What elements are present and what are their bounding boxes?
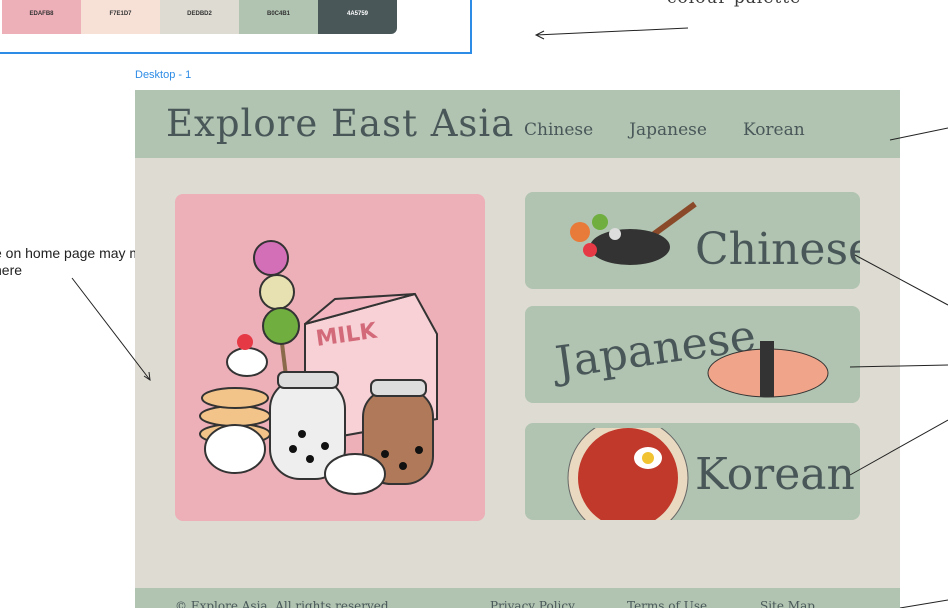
- card-korean[interactable]: Korean: [525, 423, 860, 520]
- swatch-f7e1d7: F7E1D7: [81, 0, 160, 34]
- footer-privacy[interactable]: Privacy Policy: [490, 599, 575, 608]
- footer-copyright: © Explore Asia. All rights reserved.: [175, 599, 393, 608]
- sushi-icon: [707, 341, 829, 398]
- nav-korean[interactable]: Korean: [743, 120, 805, 140]
- site-title: Explore East Asia: [166, 102, 515, 145]
- desktop-frame: Explore East Asia Chinese Japanese Korea…: [135, 90, 900, 608]
- footer-terms[interactable]: Terms of Use: [627, 599, 707, 608]
- hero-image: MILK: [175, 194, 485, 521]
- swatch-dedbd2: DEDBD2: [160, 0, 239, 34]
- frame-label[interactable]: Desktop - 1: [135, 69, 191, 81]
- nav-chinese[interactable]: Chinese: [524, 120, 593, 140]
- site-header: Explore East Asia Chinese Japanese Korea…: [135, 90, 900, 158]
- swatch-4a5759: 4A5759: [318, 0, 397, 34]
- footer-sitemap[interactable]: Site Map: [760, 599, 815, 608]
- wok-icon: [570, 201, 697, 265]
- swatch-edafb8: EDAFB8: [2, 0, 81, 34]
- card-label-chinese: Chinese: [695, 224, 860, 275]
- nav-japanese[interactable]: Japanese: [629, 120, 707, 140]
- swatch-row: EDAFB8 F7E1D7 DEDBD2 B0C4B1 4A5759: [2, 0, 397, 34]
- swatch-b0c4b1: B0C4B1: [239, 0, 318, 34]
- site-footer: © Explore Asia. All rights reserved. Pri…: [135, 588, 900, 608]
- card-label-korean: Korean: [695, 449, 855, 500]
- card-chinese[interactable]: Chinese: [525, 192, 860, 289]
- card-japanese[interactable]: Japanese: [525, 306, 860, 403]
- colour-palette-frame: EDAFB8 F7E1D7 DEDBD2 B0C4B1 4A5759: [0, 0, 472, 54]
- tteokbokki-icon: [567, 428, 689, 520]
- food-illustration: MILK: [199, 240, 438, 495]
- nav-bar: Chinese Japanese Korean: [524, 120, 805, 140]
- palette-caption: colour palette: [667, 0, 801, 8]
